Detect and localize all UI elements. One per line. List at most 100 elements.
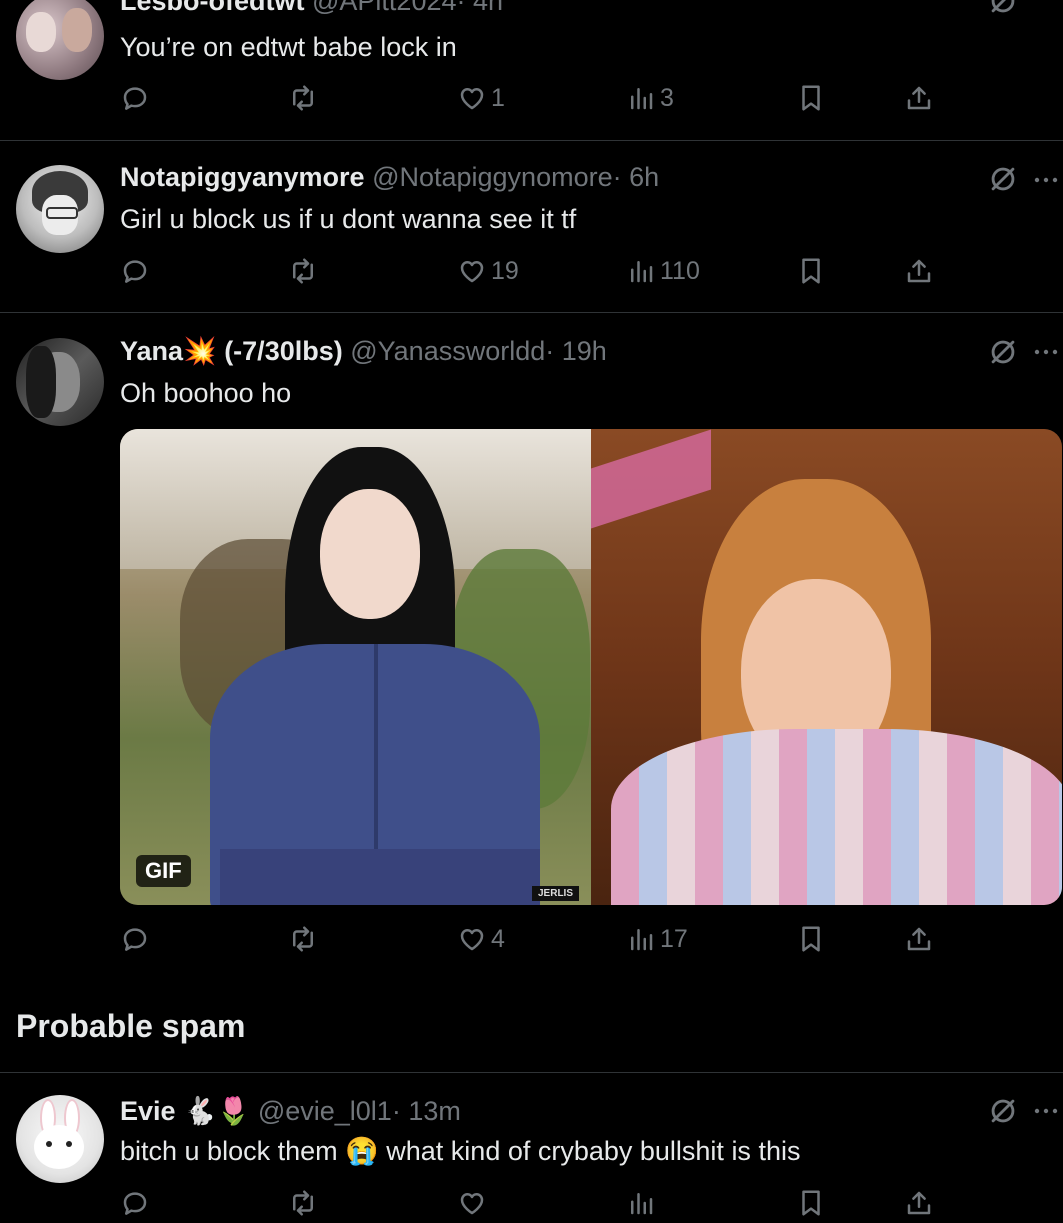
retweet-button[interactable] (288, 1183, 318, 1223)
retweet-icon (288, 83, 318, 113)
share-icon (904, 924, 934, 954)
share-button[interactable] (904, 1183, 934, 1223)
display-name[interactable]: Lesbo-ofedtwt (120, 0, 304, 16)
tweet-text-part: bitch u block them (120, 1136, 338, 1166)
reply-button[interactable] (120, 1183, 150, 1223)
share-button[interactable] (904, 919, 934, 959)
tweet-text: Girl u block us if u dont wanna see it t… (120, 204, 577, 234)
bookmark-button[interactable] (796, 251, 826, 291)
bookmark-button[interactable] (796, 78, 826, 118)
name-emoji: 💥 (183, 336, 217, 366)
bookmark-icon (796, 924, 826, 954)
like-count: 19 (491, 256, 519, 285)
views-button[interactable]: 17 (626, 919, 688, 959)
tweet-text: You’re on edtwt babe lock in (120, 32, 457, 62)
like-button[interactable]: 19 (457, 251, 519, 291)
bookmark-button[interactable] (796, 919, 826, 959)
retweet-icon (288, 924, 318, 954)
share-button[interactable] (904, 78, 934, 118)
tweet-header: Lesbo-ofedtwt @APitt2024· 4h (120, 0, 503, 17)
spam-tweet[interactable]: Evie 🐇🌷 @evie_l0l1· 13m bitch u block th… (0, 1073, 1063, 1200)
heart-icon (457, 924, 487, 954)
user-handle[interactable]: @Yanassworldd (350, 336, 545, 366)
display-name[interactable]: Evie (120, 1096, 176, 1126)
like-count: 1 (491, 83, 505, 112)
gif-right-panel (591, 429, 1062, 905)
share-button[interactable] (904, 251, 934, 291)
heart-icon (457, 256, 487, 286)
tweet-text-part: what kind of crybaby bullshit is this (386, 1136, 801, 1166)
share-icon (904, 256, 934, 286)
timestamp[interactable]: · 13m (392, 1096, 461, 1126)
avatar[interactable] (16, 1095, 104, 1183)
avatar[interactable] (16, 0, 104, 80)
bar-chart-icon (626, 256, 656, 286)
like-count: 4 (491, 924, 505, 953)
reply-button[interactable] (120, 78, 154, 118)
tweet-header: Yana💥 (-7/30lbs) @Yanassworldd· 19h (120, 335, 607, 367)
name-emoji: 🐇🌷 (183, 1096, 251, 1126)
reply-icon (120, 924, 150, 954)
mute-icon[interactable] (986, 1094, 1020, 1128)
bookmark-button[interactable] (796, 1183, 826, 1223)
like-button[interactable] (457, 1183, 487, 1223)
mute-icon[interactable] (986, 335, 1020, 369)
tweet-text: bitch u block them 😭 what kind of crybab… (120, 1135, 800, 1167)
timestamp[interactable]: · 6h (613, 162, 660, 192)
share-icon (904, 1188, 934, 1218)
gif-badge: GIF (136, 855, 191, 887)
retweet-button[interactable] (288, 78, 322, 118)
action-bar: 1 3 (0, 78, 1063, 118)
avatar[interactable] (16, 338, 104, 426)
user-handle[interactable]: @APitt2024 (312, 0, 457, 16)
action-bar: 4 17 (0, 919, 1063, 959)
gif-left-panel (120, 429, 591, 905)
retweet-button[interactable] (288, 251, 322, 291)
view-count: 17 (660, 924, 688, 953)
heart-icon (457, 1188, 487, 1218)
retweet-icon (288, 1188, 318, 1218)
section-title: Probable spam (16, 1008, 246, 1044)
reply-icon (120, 83, 150, 113)
bar-chart-icon (626, 83, 656, 113)
reply-icon (120, 1188, 150, 1218)
reply-icon (120, 256, 150, 286)
views-button[interactable] (626, 1183, 656, 1223)
tweet-2[interactable]: Notapiggyanymore @Notapiggynomore· 6h Gi… (0, 141, 1063, 312)
tweet-text: Oh boohoo ho (120, 378, 292, 408)
reply-button[interactable] (120, 919, 154, 959)
display-name-suffix[interactable]: (-7/30lbs) (224, 336, 343, 366)
user-handle[interactable]: @evie_l0l1 (258, 1096, 392, 1126)
display-name[interactable]: Yana (120, 336, 183, 366)
more-icon[interactable] (1033, 347, 1063, 357)
more-icon[interactable] (1033, 1106, 1063, 1116)
bookmark-icon (796, 1188, 826, 1218)
views-button[interactable]: 110 (626, 251, 700, 291)
crying-emoji: 😭 (345, 1136, 379, 1166)
like-button[interactable]: 1 (457, 78, 505, 118)
timestamp[interactable]: · 19h (545, 336, 607, 366)
tweet-1[interactable]: Lesbo-ofedtwt @APitt2024· 4h You’re on e… (0, 0, 1063, 140)
bar-chart-icon (626, 1188, 656, 1218)
reply-button[interactable] (120, 251, 154, 291)
user-handle[interactable]: @Notapiggynomore (372, 162, 613, 192)
heart-icon (457, 83, 487, 113)
mute-icon[interactable] (986, 162, 1020, 196)
view-count: 3 (660, 83, 674, 112)
like-button[interactable]: 4 (457, 919, 505, 959)
tweet-header: Notapiggyanymore @Notapiggynomore· 6h (120, 162, 659, 193)
timestamp[interactable]: · 4h (457, 0, 504, 16)
bookmark-icon (796, 256, 826, 286)
media-watermark: JERLIS (532, 886, 580, 901)
gif-media[interactable]: GIF JERLIS (120, 429, 1062, 905)
avatar[interactable] (16, 165, 104, 253)
more-icon[interactable] (1033, 175, 1063, 185)
views-button[interactable]: 3 (626, 78, 674, 118)
display-name[interactable]: Notapiggyanymore (120, 162, 365, 192)
mute-icon[interactable] (986, 0, 1020, 18)
bar-chart-icon (626, 924, 656, 954)
view-count: 110 (660, 256, 700, 285)
retweet-icon (288, 256, 318, 286)
tweet-header: Evie 🐇🌷 @evie_l0l1· 13m (120, 1095, 461, 1127)
retweet-button[interactable] (288, 919, 322, 959)
